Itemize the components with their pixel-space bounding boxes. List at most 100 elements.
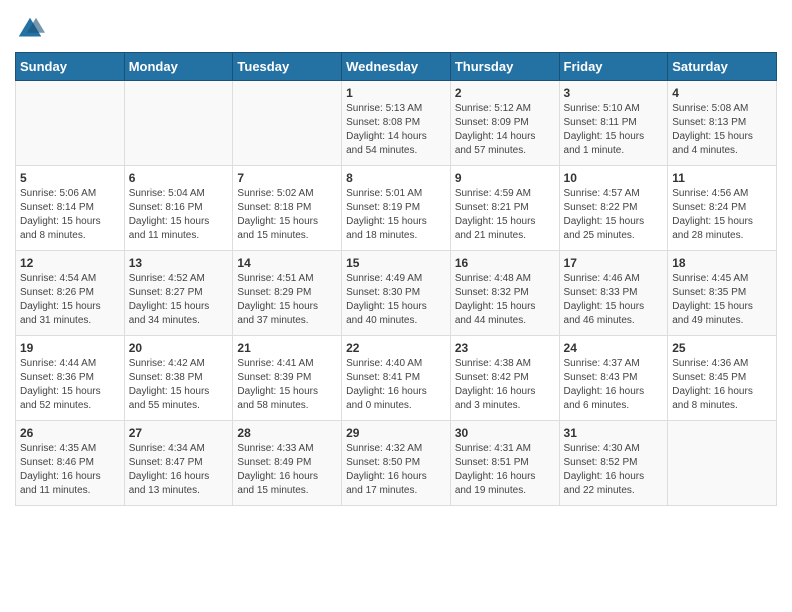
day-number: 13 (129, 256, 229, 270)
calendar-cell (668, 421, 777, 506)
day-number: 24 (564, 341, 664, 355)
day-number: 14 (237, 256, 337, 270)
calendar-body: 1 Sunrise: 5:13 AMSunset: 8:08 PMDaylight… (16, 81, 777, 506)
calendar-cell: 9 Sunrise: 4:59 AMSunset: 8:21 PMDaylight… (450, 166, 559, 251)
day-info: Sunrise: 5:08 AMSunset: 8:13 PMDaylight:… (672, 102, 772, 158)
calendar-cell: 30 Sunrise: 4:31 AMSunset: 8:51 PMDayligh… (450, 421, 559, 506)
calendar-cell: 22 Sunrise: 4:40 AMSunset: 8:41 PMDayligh… (342, 336, 451, 421)
calendar-cell: 12 Sunrise: 4:54 AMSunset: 8:26 PMDayligh… (16, 251, 125, 336)
day-info: Sunrise: 4:54 AMSunset: 8:26 PMDaylight:… (20, 272, 120, 328)
calendar-week-row: 19 Sunrise: 4:44 AMSunset: 8:36 PMDayligh… (16, 336, 777, 421)
calendar-cell: 15Sunrise: 4:49 AMSunset: 8:30 PMDayligh… (342, 251, 451, 336)
day-info: Sunrise: 4:41 AMSunset: 8:39 PMDaylight:… (237, 357, 337, 413)
calendar-cell: 18Sunrise: 4:45 AMSunset: 8:35 PMDayligh… (668, 251, 777, 336)
calendar-cell: 5 Sunrise: 5:06 AMSunset: 8:14 PMDaylight… (16, 166, 125, 251)
day-info: Sunrise: 5:06 AMSunset: 8:14 PMDaylight:… (20, 187, 120, 243)
day-number: 27 (129, 426, 229, 440)
calendar-cell: 16Sunrise: 4:48 AMSunset: 8:32 PMDayligh… (450, 251, 559, 336)
day-number: 12 (20, 256, 120, 270)
day-number: 11 (672, 171, 772, 185)
day-number: 22 (346, 341, 446, 355)
weekday-header-saturday: Saturday (668, 53, 777, 81)
calendar-cell (124, 81, 233, 166)
day-number: 25 (672, 341, 772, 355)
calendar-week-row: 5 Sunrise: 5:06 AMSunset: 8:14 PMDaylight… (16, 166, 777, 251)
calendar-cell: 27Sunrise: 4:34 AMSunset: 8:47 PMDayligh… (124, 421, 233, 506)
day-info: Sunrise: 4:51 AMSunset: 8:29 PMDaylight:… (237, 272, 337, 328)
day-number: 28 (237, 426, 337, 440)
calendar-header: SundayMondayTuesdayWednesdayThursdayFrid… (16, 53, 777, 81)
day-number: 3 (564, 86, 664, 100)
day-number: 15 (346, 256, 446, 270)
calendar-cell: 6 Sunrise: 5:04 AMSunset: 8:16 PMDaylight… (124, 166, 233, 251)
day-info: Sunrise: 4:57 AMSunset: 8:22 PMDaylight:… (564, 187, 664, 243)
calendar-cell: 7Sunrise: 5:02 AMSunset: 8:18 PMDaylight… (233, 166, 342, 251)
calendar-cell: 17 Sunrise: 4:46 AMSunset: 8:33 PMDayligh… (559, 251, 668, 336)
calendar-cell: 10 Sunrise: 4:57 AMSunset: 8:22 PMDayligh… (559, 166, 668, 251)
calendar-cell: 19 Sunrise: 4:44 AMSunset: 8:36 PMDayligh… (16, 336, 125, 421)
weekday-header-tuesday: Tuesday (233, 53, 342, 81)
calendar-cell: 1 Sunrise: 5:13 AMSunset: 8:08 PMDaylight… (342, 81, 451, 166)
logo (15, 14, 47, 44)
day-info: Sunrise: 5:01 AMSunset: 8:19 PMDaylight:… (346, 187, 446, 243)
day-number: 31 (564, 426, 664, 440)
day-info: Sunrise: 4:30 AMSunset: 8:52 PMDaylight:… (564, 442, 664, 498)
calendar-week-row: 12 Sunrise: 4:54 AMSunset: 8:26 PMDayligh… (16, 251, 777, 336)
day-number: 30 (455, 426, 555, 440)
day-number: 5 (20, 171, 120, 185)
calendar-cell: 4 Sunrise: 5:08 AMSunset: 8:13 PMDaylight… (668, 81, 777, 166)
day-info: Sunrise: 4:33 AMSunset: 8:49 PMDaylight:… (237, 442, 337, 498)
weekday-header-thursday: Thursday (450, 53, 559, 81)
calendar-cell: 8 Sunrise: 5:01 AMSunset: 8:19 PMDaylight… (342, 166, 451, 251)
calendar-cell: 11 Sunrise: 4:56 AMSunset: 8:24 PMDayligh… (668, 166, 777, 251)
calendar-table: SundayMondayTuesdayWednesdayThursdayFrid… (15, 52, 777, 506)
day-info: Sunrise: 4:52 AMSunset: 8:27 PMDaylight:… (129, 272, 229, 328)
day-info: Sunrise: 4:59 AMSunset: 8:21 PMDaylight:… (455, 187, 555, 243)
day-info: Sunrise: 4:46 AMSunset: 8:33 PMDaylight:… (564, 272, 664, 328)
day-number: 19 (20, 341, 120, 355)
day-info: Sunrise: 5:10 AMSunset: 8:11 PMDaylight:… (564, 102, 664, 158)
weekday-header-sunday: Sunday (16, 53, 125, 81)
day-info: Sunrise: 4:31 AMSunset: 8:51 PMDaylight:… (455, 442, 555, 498)
day-info: Sunrise: 4:48 AMSunset: 8:32 PMDaylight:… (455, 272, 555, 328)
day-number: 9 (455, 171, 555, 185)
day-number: 17 (564, 256, 664, 270)
calendar-cell: 28 Sunrise: 4:33 AMSunset: 8:49 PMDayligh… (233, 421, 342, 506)
day-number: 21 (237, 341, 337, 355)
day-number: 20 (129, 341, 229, 355)
calendar-cell: 25Sunrise: 4:36 AMSunset: 8:45 PMDayligh… (668, 336, 777, 421)
calendar-cell (233, 81, 342, 166)
calendar-cell: 21 Sunrise: 4:41 AMSunset: 8:39 PMDayligh… (233, 336, 342, 421)
day-number: 8 (346, 171, 446, 185)
day-info: Sunrise: 4:32 AMSunset: 8:50 PMDaylight:… (346, 442, 446, 498)
day-number: 26 (20, 426, 120, 440)
day-info: Sunrise: 4:44 AMSunset: 8:36 PMDaylight:… (20, 357, 120, 413)
weekday-header-monday: Monday (124, 53, 233, 81)
calendar-cell: 3 Sunrise: 5:10 AMSunset: 8:11 PMDaylight… (559, 81, 668, 166)
day-info: Sunrise: 5:12 AMSunset: 8:09 PMDaylight:… (455, 102, 555, 158)
calendar-cell: 29 Sunrise: 4:32 AMSunset: 8:50 PMDayligh… (342, 421, 451, 506)
day-number: 23 (455, 341, 555, 355)
calendar-cell: 13 Sunrise: 4:52 AMSunset: 8:27 PMDayligh… (124, 251, 233, 336)
day-info: Sunrise: 4:38 AMSunset: 8:42 PMDaylight:… (455, 357, 555, 413)
day-info: Sunrise: 4:40 AMSunset: 8:41 PMDaylight:… (346, 357, 446, 413)
weekday-header-wednesday: Wednesday (342, 53, 451, 81)
day-number: 18 (672, 256, 772, 270)
calendar-cell: 24 Sunrise: 4:37 AMSunset: 8:43 PMDayligh… (559, 336, 668, 421)
day-number: 10 (564, 171, 664, 185)
calendar-cell: 26Sunrise: 4:35 AMSunset: 8:46 PMDayligh… (16, 421, 125, 506)
day-number: 1 (346, 86, 446, 100)
calendar-cell: 23 Sunrise: 4:38 AMSunset: 8:42 PMDayligh… (450, 336, 559, 421)
calendar-cell: 14 Sunrise: 4:51 AMSunset: 8:29 PMDayligh… (233, 251, 342, 336)
day-info: Sunrise: 5:13 AMSunset: 8:08 PMDaylight:… (346, 102, 446, 158)
weekday-header-friday: Friday (559, 53, 668, 81)
day-info: Sunrise: 4:42 AMSunset: 8:38 PMDaylight:… (129, 357, 229, 413)
calendar-cell: 31 Sunrise: 4:30 AMSunset: 8:52 PMDayligh… (559, 421, 668, 506)
calendar-cell: 2Sunrise: 5:12 AMSunset: 8:09 PMDaylight… (450, 81, 559, 166)
day-number: 4 (672, 86, 772, 100)
day-number: 29 (346, 426, 446, 440)
day-info: Sunrise: 4:56 AMSunset: 8:24 PMDaylight:… (672, 187, 772, 243)
day-info: Sunrise: 5:04 AMSunset: 8:16 PMDaylight:… (129, 187, 229, 243)
day-number: 6 (129, 171, 229, 185)
day-info: Sunrise: 4:37 AMSunset: 8:43 PMDaylight:… (564, 357, 664, 413)
